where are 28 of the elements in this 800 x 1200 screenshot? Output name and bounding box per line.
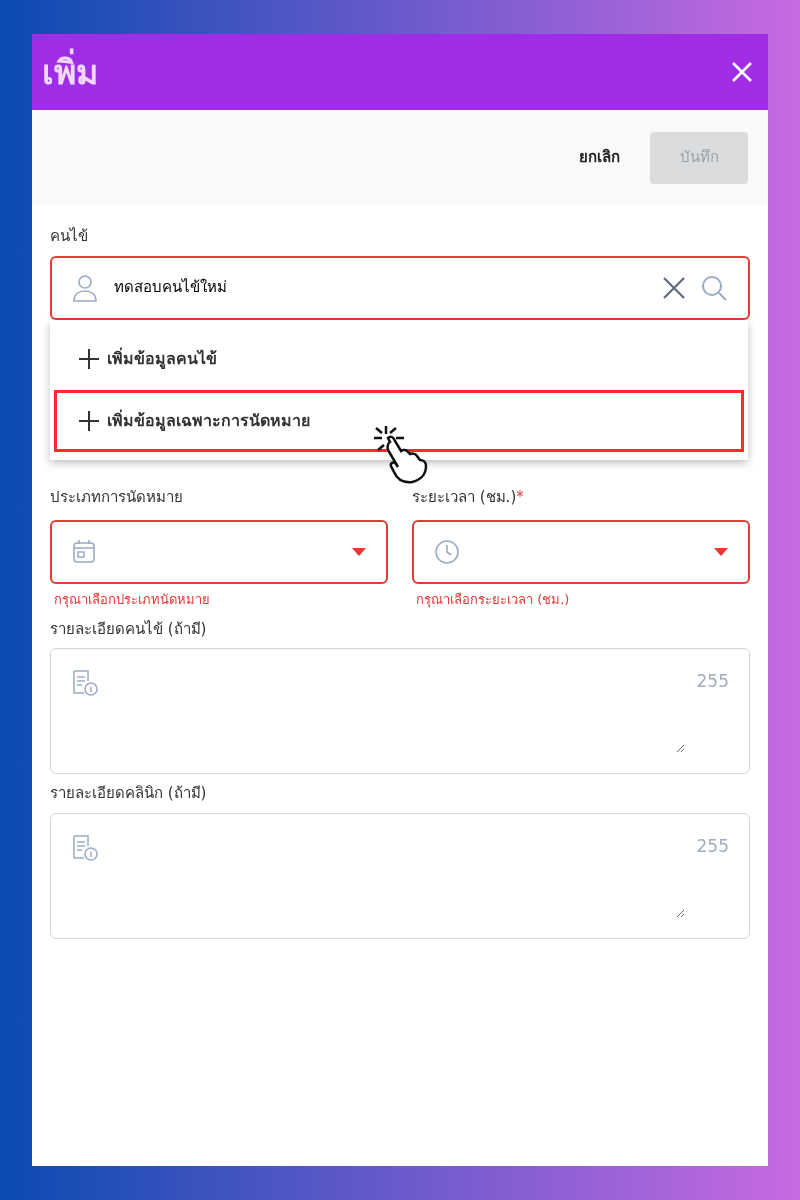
plus-icon: [79, 411, 99, 431]
patient-search-field[interactable]: ทดสอบคนไข้ใหม่: [50, 255, 750, 320]
field-label: คนไข้: [50, 226, 88, 247]
patient-search-input[interactable]: ทดสอบคนไข้ใหม่: [112, 275, 648, 300]
menu-item[interactable]: เพิ่มข้อมูลคนไข้: [54, 328, 744, 390]
note-icon: [71, 833, 99, 862]
dialog-title: เพิ่ม: [42, 46, 98, 98]
error-message: กรุณาเลือกระยะเวลา (ชม.): [416, 591, 571, 610]
cancel-button[interactable]: ยกเลิก: [573, 145, 626, 170]
clock-icon: [434, 539, 460, 565]
note-icon: [71, 669, 99, 697]
field-label: รายละเอียดคลินิก (ถ้ามี): [50, 783, 207, 804]
error-message: กรุณาเลือกประเภทนัดหมาย: [54, 591, 211, 610]
dropdown-field[interactable]: [412, 520, 750, 584]
search-icon: [700, 273, 728, 302]
character-counter: 255: [696, 670, 729, 693]
field-label: ระยะเวลา (ชม.)*: [412, 486, 524, 508]
person-icon: [72, 273, 98, 302]
field-label: รายละเอียดคนไข้ (ถ้ามี): [50, 618, 207, 640]
caret-icon: [352, 548, 366, 556]
plus-icon: [79, 349, 99, 369]
caret-icon: [714, 548, 728, 556]
menu-item[interactable]: เพิ่มข้อมูลเฉพาะการนัดหมาย: [54, 390, 744, 452]
calendar-icon: [72, 539, 98, 565]
clear-icon: [662, 275, 686, 300]
dropdown-field[interactable]: [50, 520, 388, 584]
character-counter: 255: [696, 834, 729, 858]
field-label: ประเภทการนัดหมาย: [50, 486, 183, 508]
